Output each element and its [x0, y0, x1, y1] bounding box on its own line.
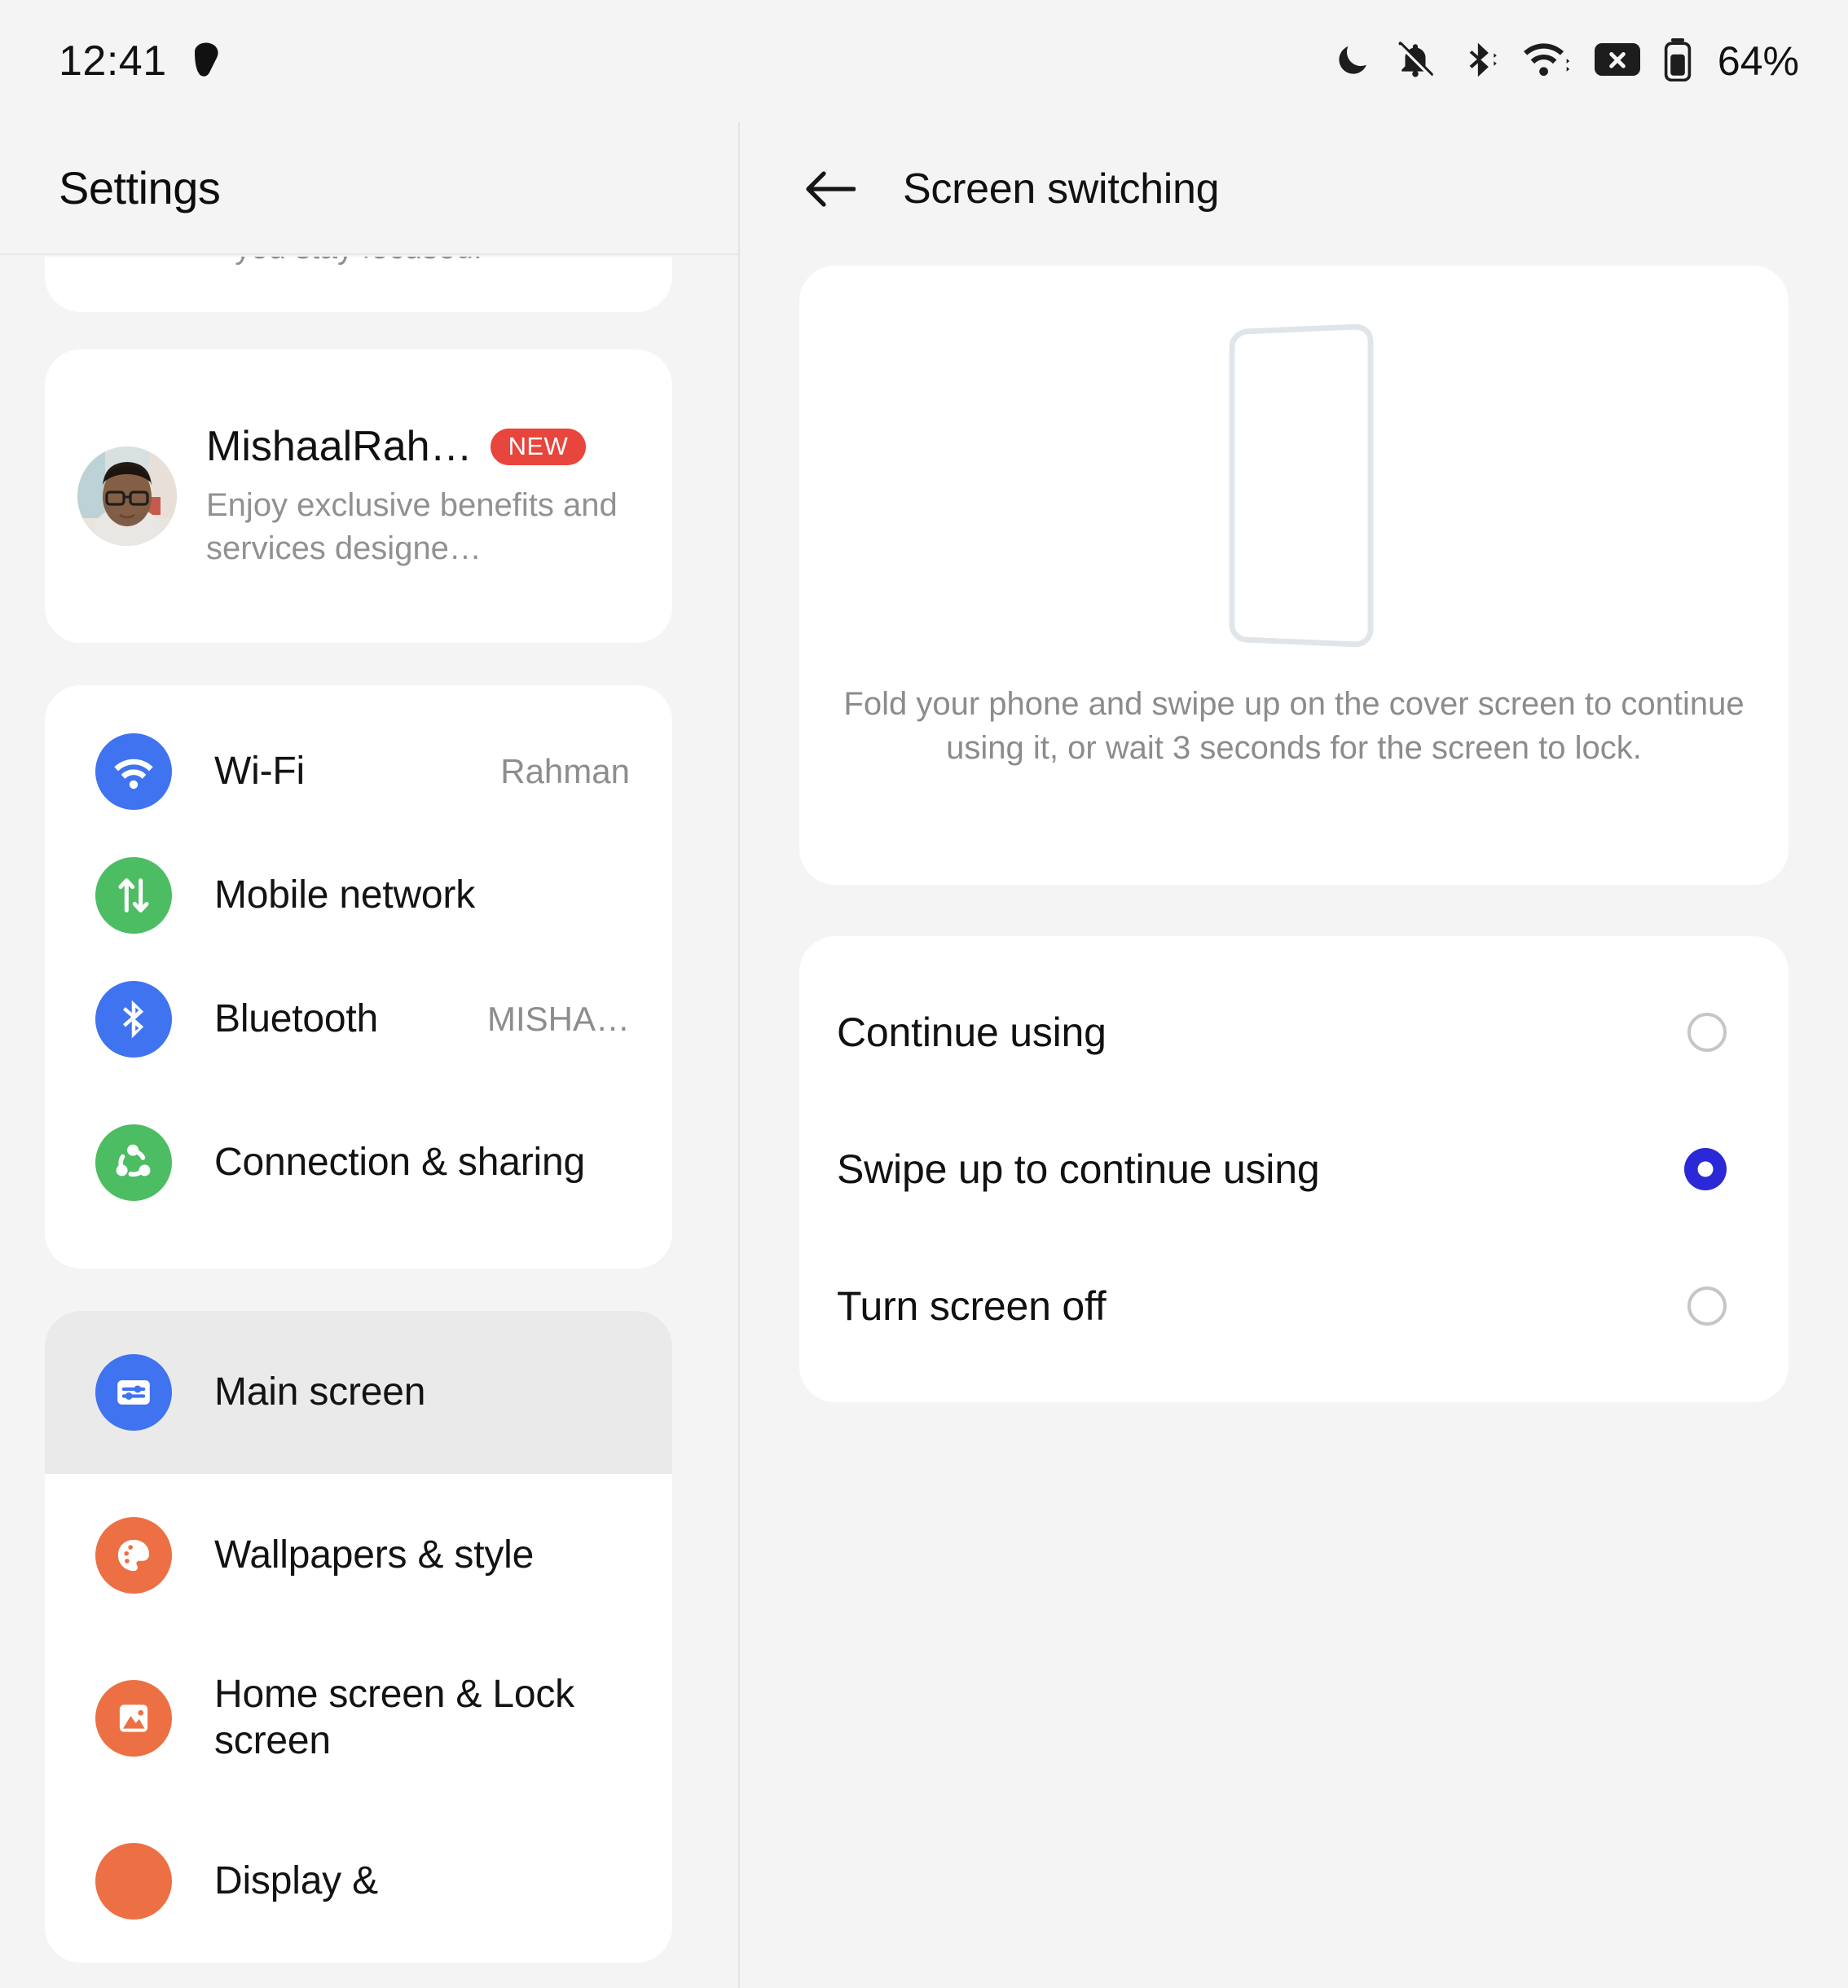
illustration-card: Fold your phone and swipe up on the cove… — [799, 266, 1789, 885]
illustration-caption: Fold your phone and swipe up on the cove… — [843, 686, 1745, 766]
battery-icon — [1664, 37, 1692, 86]
arrow-left-icon[interactable] — [805, 164, 856, 214]
sidebar-item-label: Home screen & Lock screen — [214, 1673, 574, 1762]
sidebar-item-main-screen[interactable]: Main screen — [45, 1311, 672, 1474]
display-settings-group: Main screen Wallpapers & style Home scre… — [45, 1311, 672, 1963]
bluetooth-icon — [1459, 38, 1501, 85]
sidebar-item-display[interactable]: Display & — [45, 1800, 672, 1963]
status-badge: NEW — [490, 428, 587, 465]
sidebar-item-label: Display & — [214, 1858, 378, 1902]
sidebar-item-label: Mobile network — [214, 873, 476, 917]
folded-phone-outline-icon — [1196, 323, 1392, 654]
sidebar-scroll-area[interactable]: you stay focused. — [0, 257, 738, 1988]
sidebar-header: Settings — [0, 122, 738, 255]
sidebar-item-value: MISHA… — [486, 1000, 630, 1038]
detail-header: Screen switching — [740, 122, 1848, 255]
radio-button-selected[interactable] — [1684, 1148, 1727, 1190]
clipped-promo-text: you stay focused. — [45, 257, 672, 266]
option-turn-screen-off[interactable]: Turn screen off — [799, 1238, 1789, 1374]
mobile-network-icon — [95, 857, 172, 934]
screen-switching-detail-pane: Screen switching Fold your phone and swi… — [740, 122, 1848, 1988]
sidebar-item-connection-sharing[interactable]: Connection & sharing — [45, 1081, 672, 1244]
status-bar-right: 64% — [1333, 37, 1799, 86]
wifi-icon — [95, 733, 172, 810]
radio-button[interactable] — [1687, 1013, 1727, 1052]
palette-icon — [95, 1517, 172, 1594]
option-label: Continue using — [837, 1009, 1107, 1055]
sidebar-item-label: Connection & sharing — [214, 1140, 585, 1184]
sidebar-item-label: Wallpapers & style — [214, 1533, 535, 1577]
sidebar-item-wallpapers-style[interactable]: Wallpapers & style — [45, 1474, 672, 1637]
image-icon — [95, 1680, 172, 1757]
connection-sharing-icon — [95, 1124, 172, 1201]
profile-name: MishaalRah… — [206, 423, 473, 471]
network-settings-group: Wi-Fi Rahman Mobile network Bluetooth MI… — [45, 685, 672, 1269]
avatar — [77, 446, 177, 546]
sidebar-item-label: Main screen — [214, 1370, 426, 1414]
screen-switching-options-card: Continue using Swipe up to continue usin… — [799, 936, 1789, 1402]
option-label: Swipe up to continue using — [837, 1146, 1320, 1192]
page-title: Settings — [59, 162, 221, 213]
do-not-disturb-moon-icon — [1333, 40, 1372, 83]
sim-missing-icon — [1594, 41, 1641, 82]
ringer-silent-icon — [1395, 39, 1436, 84]
option-label: Turn screen off — [837, 1283, 1107, 1329]
sidebar-item-mobile-network[interactable]: Mobile network — [45, 833, 672, 957]
bluetooth-icon — [95, 981, 172, 1058]
notification-dot-icon — [191, 42, 221, 81]
status-bar-left: 12:41 — [59, 37, 221, 86]
profile-text-block: MishaalRah… NEW Enjoy exclusive benefits… — [206, 422, 672, 570]
sidebar-item-label: Wi-Fi — [214, 749, 305, 793]
detail-body: Fold your phone and swipe up on the cove… — [740, 266, 1848, 1402]
main-screen-icon — [95, 1354, 172, 1431]
sidebar-item-home-lock-screen[interactable]: Home screen & Lock screen — [45, 1637, 672, 1800]
sidebar-item-value: Rahman — [500, 752, 630, 790]
wifi-icon — [1523, 40, 1571, 83]
display-icon — [95, 1843, 172, 1920]
sidebar-item-label: Bluetooth — [214, 996, 379, 1040]
option-continue-using[interactable]: Continue using — [799, 964, 1789, 1101]
status-bar: 12:41 64% — [0, 0, 1848, 122]
split-view: Settings you stay focused. — [0, 122, 1848, 1988]
profile-description: Enjoy exclusive benefits and services de… — [206, 487, 618, 566]
status-clock: 12:41 — [59, 37, 167, 85]
clipped-promo-card[interactable]: you stay focused. — [45, 257, 672, 312]
option-swipe-up-to-continue-using[interactable]: Swipe up to continue using — [799, 1101, 1789, 1238]
profile-card[interactable]: MishaalRah… NEW Enjoy exclusive benefits… — [45, 350, 672, 643]
battery-percentage: 64% — [1717, 38, 1799, 84]
profile-name-row: MishaalRah… NEW — [206, 422, 640, 471]
settings-sidebar-pane: Settings you stay focused. — [0, 122, 740, 1988]
sidebar-item-wifi[interactable]: Wi-Fi Rahman — [45, 710, 672, 833]
radio-button[interactable] — [1687, 1286, 1727, 1326]
detail-page-title: Screen switching — [903, 165, 1220, 213]
sidebar-item-bluetooth[interactable]: Bluetooth MISHA… — [45, 957, 672, 1081]
